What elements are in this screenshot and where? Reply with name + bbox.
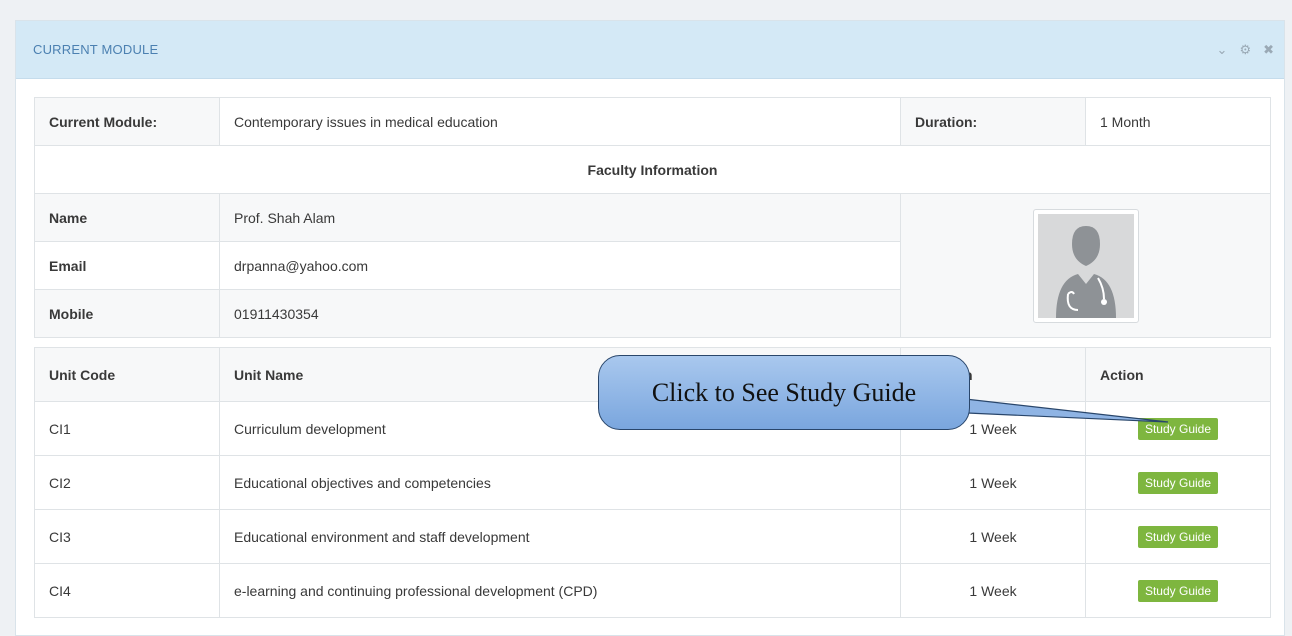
table-row: CI2 Educational objectives and competenc… (34, 455, 1271, 510)
faculty-name-row: Name Prof. Shah Alam (34, 193, 1271, 338)
panel-title: CURRENT MODULE (33, 42, 159, 57)
action-cell: Study Guide (1085, 455, 1271, 510)
current-module-value: Contemporary issues in medical education (219, 97, 901, 146)
unit-code: CI1 (34, 401, 220, 456)
unit-code: CI4 (34, 563, 220, 618)
faculty-heading-row: Faculty Information (34, 145, 1271, 194)
module-info-table: Current Module: Contemporary issues in m… (34, 97, 1271, 338)
mobile-label: Mobile (34, 289, 220, 338)
header-action: Action (1085, 347, 1271, 402)
table-row: CI4 e-learning and continuing profession… (34, 563, 1271, 618)
study-guide-button[interactable]: Study Guide (1137, 579, 1219, 602)
study-guide-button[interactable]: Study Guide (1137, 525, 1219, 548)
unit-duration: 1 Week (900, 455, 1086, 510)
unit-name: Educational environment and staff develo… (219, 509, 901, 564)
action-cell: Study Guide (1085, 509, 1271, 564)
table-row: CI3 Educational environment and staff de… (34, 509, 1271, 564)
panel-header: CURRENT MODULE ⌄ ⚙ ✖ (16, 21, 1284, 79)
faculty-heading: Faculty Information (34, 145, 1271, 194)
header-unit-code: Unit Code (34, 347, 220, 402)
chevron-down-icon[interactable]: ⌄ (1217, 42, 1228, 58)
faculty-photo-cell (900, 193, 1271, 338)
duration-label: Duration: (900, 97, 1086, 146)
action-cell: Study Guide (1085, 563, 1271, 618)
callout-annotation: Click to See Study Guide (598, 355, 970, 430)
unit-duration: 1 Week (900, 509, 1086, 564)
avatar (1032, 208, 1139, 323)
module-row: Current Module: Contemporary issues in m… (34, 97, 1271, 146)
unit-duration: 1 Week (900, 563, 1086, 618)
panel-tools: ⌄ ⚙ ✖ (1217, 42, 1274, 58)
name-value: Prof. Shah Alam (219, 193, 901, 242)
email-value: drpanna@yahoo.com (219, 241, 901, 290)
gear-icon[interactable]: ⚙ (1239, 42, 1251, 58)
duration-value: 1 Month (1085, 97, 1271, 146)
mobile-value: 01911430354 (219, 289, 901, 338)
unit-code: CI3 (34, 509, 220, 564)
study-guide-button[interactable]: Study Guide (1137, 417, 1219, 440)
unit-name: Educational objectives and competencies (219, 455, 901, 510)
unit-code: CI2 (34, 455, 220, 510)
current-module-label: Current Module: (34, 97, 220, 146)
action-cell: Study Guide (1085, 401, 1271, 456)
unit-name: e-learning and continuing professional d… (219, 563, 901, 618)
current-module-panel: CURRENT MODULE ⌄ ⚙ ✖ Current Module: Con… (15, 20, 1285, 636)
name-label: Name (34, 193, 220, 242)
close-icon[interactable]: ✖ (1263, 42, 1274, 58)
avatar-doctor-icon (1037, 213, 1134, 318)
email-label: Email (34, 241, 220, 290)
study-guide-button[interactable]: Study Guide (1137, 471, 1219, 494)
